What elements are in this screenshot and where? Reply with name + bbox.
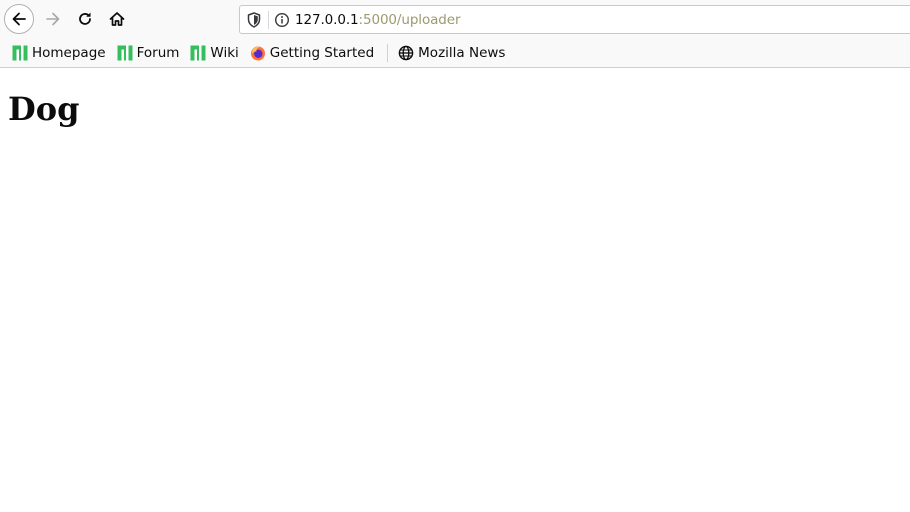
shield-icon — [247, 11, 261, 28]
url-text[interactable]: 127.0.0.1:5000/uploader — [295, 11, 461, 28]
home-icon — [109, 12, 125, 26]
arrow-right-icon — [46, 12, 60, 26]
page-heading: Dog — [8, 90, 80, 128]
home-button[interactable] — [102, 4, 132, 34]
page-content: Dog — [0, 89, 910, 129]
bookmark-getting-started[interactable]: Getting Started — [246, 41, 378, 65]
manjaro-icon — [190, 45, 206, 61]
manjaro-icon — [117, 45, 133, 61]
forward-button[interactable] — [38, 4, 68, 34]
url-host: 127.0.0.1 — [295, 11, 359, 28]
bookmark-wiki[interactable]: Wiki — [186, 41, 242, 65]
browser-chrome: 127.0.0.1:5000/uploader Homepage Forum W… — [0, 0, 910, 68]
bookmarks-separator — [387, 43, 389, 62]
reload-icon — [79, 12, 91, 25]
info-icon — [274, 12, 290, 27]
bookmark-homepage[interactable]: Homepage — [8, 41, 110, 65]
site-info-button[interactable] — [269, 6, 295, 33]
back-button[interactable] — [4, 4, 34, 34]
bookmark-label: Mozilla News — [418, 44, 506, 61]
bookmark-label: Wiki — [210, 44, 239, 61]
firefox-icon — [250, 45, 266, 61]
navigation-toolbar: 127.0.0.1:5000/uploader — [0, 0, 910, 38]
tracking-protection-button[interactable] — [240, 6, 268, 33]
bookmarks-toolbar: Homepage Forum Wiki Getting Started Mozi… — [0, 38, 910, 67]
arrow-left-icon — [12, 12, 26, 26]
bookmark-mozilla-news[interactable]: Mozilla News — [394, 41, 509, 65]
bookmark-label: Getting Started — [269, 44, 375, 61]
manjaro-icon — [12, 45, 28, 61]
bookmark-label: Homepage — [32, 44, 106, 61]
url-path: :5000/uploader — [358, 11, 461, 28]
bookmark-label: Forum — [136, 44, 180, 61]
bookmark-forum[interactable]: Forum — [113, 41, 184, 65]
reload-button[interactable] — [70, 4, 100, 34]
globe-icon — [398, 45, 414, 61]
url-bar[interactable]: 127.0.0.1:5000/uploader — [239, 5, 910, 34]
